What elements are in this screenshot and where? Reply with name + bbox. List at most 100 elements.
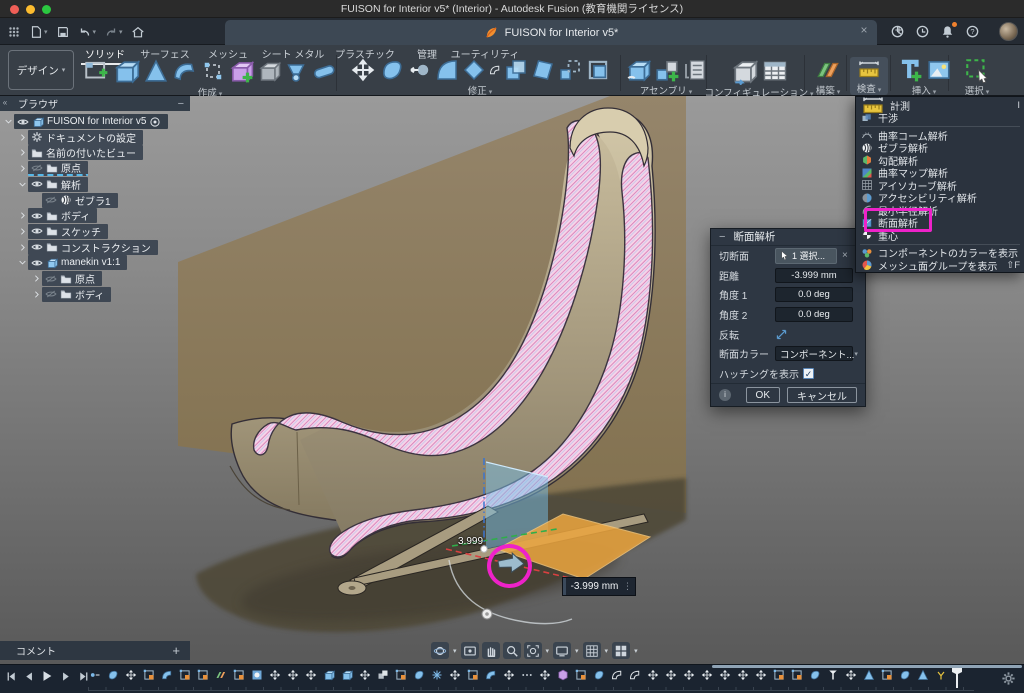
chevron-down-icon[interactable] — [18, 258, 28, 267]
show-hatching-checkbox[interactable]: ✓ — [803, 368, 814, 379]
timeline-feature-shell[interactable] — [628, 667, 641, 682]
viewport[interactable]: 3.999 -3.999 mm ⋮ « ブラウザ − FUISON for In… — [0, 96, 1024, 664]
browser-item-chip[interactable]: 原点 — [42, 271, 102, 286]
minimize-window-button[interactable] — [26, 5, 35, 14]
timeline-feature-tip[interactable] — [826, 667, 839, 682]
chamfer-icon[interactable] — [462, 58, 486, 82]
toolbar-group-label[interactable]: 検査 — [857, 81, 881, 96]
browser-item-chip[interactable]: ゼブラ1 — [42, 193, 118, 208]
timeline-feature-form[interactable] — [106, 667, 119, 682]
emboss-icon[interactable] — [284, 59, 308, 83]
base-feature-icon[interactable] — [257, 59, 281, 83]
extensions-button[interactable] — [890, 24, 905, 39]
timeline-play-button[interactable] — [40, 669, 54, 683]
offset-face-icon[interactable] — [408, 58, 432, 82]
clear-selection-icon[interactable]: × — [842, 250, 848, 261]
dropdown-caret-icon[interactable]: ▾ — [453, 647, 457, 655]
timeline-feature-form[interactable] — [592, 667, 605, 682]
job-status-button[interactable] — [915, 24, 930, 39]
timeline-feature-move[interactable] — [448, 667, 461, 682]
replace-face-icon[interactable] — [585, 57, 611, 83]
browser-item-chip[interactable]: 名前の付いたビュー — [28, 145, 143, 160]
timeline-playhead-marker[interactable] — [952, 668, 962, 688]
timeline-step-forward-button[interactable] — [58, 669, 72, 683]
new-component-icon[interactable] — [625, 57, 651, 83]
timeline-feature-cubes[interactable] — [376, 667, 389, 682]
grid-tool-button[interactable] — [583, 642, 601, 659]
timeline-feature-cube[interactable] — [322, 667, 335, 682]
section-analysis-dialog[interactable]: − 断面解析 切断面 1 選択... × 距離 -3.999 mm 角度 1 0… — [710, 228, 866, 407]
timeline-feature-revolve[interactable] — [484, 667, 497, 682]
timeline-feature-move[interactable] — [646, 667, 659, 682]
browser-item-解析[interactable]: 解析 — [18, 177, 88, 192]
timeline-feature-sketch[interactable] — [196, 667, 209, 682]
eye-visible-icon[interactable] — [31, 257, 43, 269]
bom-icon[interactable] — [683, 58, 707, 82]
configuration-icon[interactable] — [730, 57, 758, 85]
browser-item-chip[interactable]: ボディ — [42, 287, 111, 302]
viewports-tool-button[interactable] — [612, 642, 630, 659]
timeline-feature-pattern[interactable] — [430, 667, 443, 682]
browser-item-chip[interactable]: 原点 — [28, 161, 88, 176]
browser-item-ゼブラ1[interactable]: ゼブラ1 — [32, 193, 118, 208]
press-pull-icon[interactable] — [379, 57, 405, 83]
app-grid-button[interactable] — [4, 23, 24, 41]
selection-chip[interactable]: 1 選択... — [775, 248, 837, 264]
dialog-titlebar[interactable]: − 断面解析 — [711, 229, 865, 246]
workspace-selector[interactable]: デザイン — [8, 50, 74, 90]
timeline-feature-sketch[interactable] — [574, 667, 587, 682]
home-button[interactable] — [128, 23, 148, 41]
section-color-dropdown[interactable]: コンポーネント... — [775, 346, 853, 361]
redo-button[interactable] — [101, 23, 126, 41]
angle1-field[interactable]: 0.0 deg — [775, 287, 853, 302]
info-icon[interactable]: i — [719, 389, 731, 401]
distance-field[interactable]: -3.999 mm — [775, 268, 853, 283]
chevron-right-icon[interactable] — [18, 243, 28, 252]
browser-item-ボディ[interactable]: ボディ — [32, 287, 111, 302]
timeline-feature-sketch[interactable] — [466, 667, 479, 682]
timeline-feature-sketch[interactable] — [232, 667, 245, 682]
chevron-right-icon[interactable] — [18, 227, 28, 236]
timeline-track[interactable] — [88, 687, 974, 691]
scale-icon[interactable] — [558, 58, 582, 82]
timeline-feature-cone[interactable] — [862, 667, 875, 682]
display-settings-tool-button[interactable] — [553, 642, 571, 659]
timeline-feature-cone[interactable] — [916, 667, 929, 682]
loft-icon[interactable] — [143, 58, 169, 84]
combine-icon[interactable] — [504, 58, 528, 82]
chevron-right-icon[interactable] — [18, 211, 28, 220]
timeline-feature-sketch[interactable] — [178, 667, 191, 682]
eye-hidden-icon[interactable] — [45, 273, 57, 285]
pan-tool-button[interactable] — [482, 642, 500, 659]
browser-item-chip[interactable]: コンストラクション — [28, 240, 158, 255]
chevron-right-icon[interactable] — [32, 290, 42, 299]
config-table-icon[interactable] — [761, 57, 789, 85]
file-menu-button[interactable] — [26, 23, 51, 41]
timeline-feature-construct[interactable] — [214, 667, 227, 682]
flip-icon[interactable] — [775, 328, 788, 341]
sweep-icon[interactable] — [172, 58, 198, 84]
timeline-feature-sketch[interactable] — [772, 667, 785, 682]
draft-icon[interactable] — [531, 58, 555, 82]
timeline-feature-move[interactable] — [502, 667, 515, 682]
insert-image-icon[interactable] — [926, 57, 952, 83]
eye-visible-icon[interactable] — [31, 241, 43, 253]
timeline-feature-revolve[interactable] — [160, 667, 173, 682]
browser-item-原点[interactable]: 原点 — [32, 271, 102, 286]
fit-tool-button[interactable] — [524, 642, 542, 659]
timeline-settings-gear-icon[interactable] — [1001, 671, 1016, 686]
create-mesh-icon[interactable] — [228, 58, 254, 84]
add-comment-icon[interactable]: + — [172, 643, 180, 658]
project-icon[interactable] — [201, 59, 225, 83]
avatar[interactable] — [999, 22, 1018, 41]
browser-item-chip[interactable]: manekin v1:1 — [28, 255, 127, 270]
timeline-feature-form[interactable] — [412, 667, 425, 682]
browser-collapse-icon[interactable]: « — [0, 96, 10, 111]
timeline-feature-dots[interactable] — [520, 667, 533, 682]
timeline-feature-mesh-ball[interactable] — [250, 667, 263, 682]
timeline-feature-sketch[interactable] — [394, 667, 407, 682]
browser-item-FUISON for Interior v5[interactable]: FUISON for Interior v5 — [4, 114, 168, 129]
timeline-feature-move[interactable] — [304, 667, 317, 682]
browser-item-ドキュメントの設定[interactable]: ドキュメントの設定 — [18, 130, 143, 145]
timeline-step-back-button[interactable] — [22, 669, 36, 683]
